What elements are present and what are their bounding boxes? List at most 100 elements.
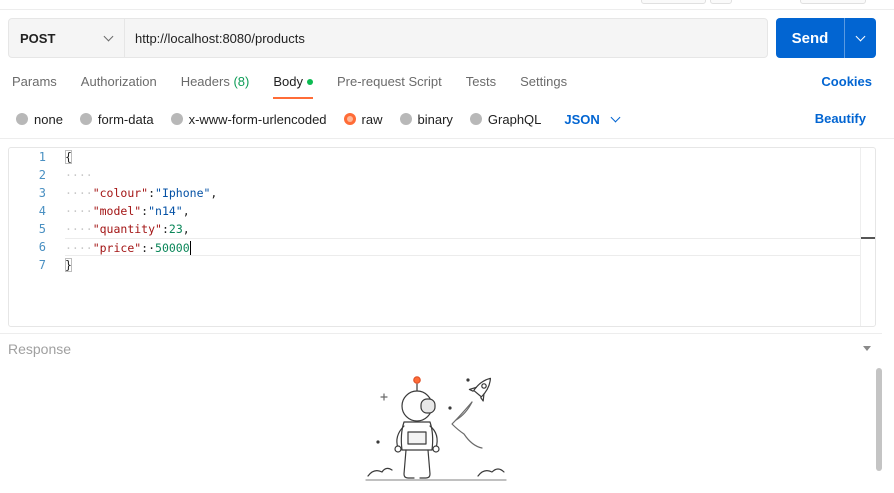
code-line: } [65, 256, 861, 274]
code-line-current: ····"price":·50000 [65, 238, 861, 256]
radio-x-www-form-urlencoded[interactable]: x-www-form-urlencoded [170, 111, 327, 127]
cookies-link[interactable]: Cookies [821, 74, 872, 89]
divider [0, 333, 882, 334]
close-brace: } [65, 258, 72, 272]
radio-form-data[interactable]: form-data [79, 111, 154, 127]
radio-circle-icon [343, 113, 356, 125]
tab-label: Tests [465, 74, 497, 89]
send-button-group: Send [776, 18, 876, 58]
radio-raw[interactable]: raw [343, 111, 383, 127]
json-comma: , [210, 186, 218, 200]
request-tabs: Params Authorization Headers (8) Body Pr… [12, 74, 591, 99]
toolbar-button-partial[interactable] [800, 0, 866, 4]
request-url-bar: POST [8, 18, 768, 58]
line-number: 7 [38, 258, 46, 272]
line-number: 1 [38, 150, 46, 164]
json-value: 50000 [155, 241, 190, 255]
toolbar-button-partial[interactable] [641, 0, 706, 4]
json-key: "colour" [92, 186, 149, 200]
chevron-down-icon [610, 112, 621, 122]
json-colon: :· [141, 241, 156, 255]
line-number: 4 [38, 204, 46, 218]
tab-label: Body [273, 74, 303, 89]
radio-label: binary [417, 111, 453, 127]
code-line: ····"colour":"Iphone", [65, 184, 861, 202]
radio-graphql[interactable]: GraphQL [469, 111, 542, 127]
radio-label: raw [361, 111, 383, 127]
indent-whitespace: ···· [65, 186, 93, 200]
code-line: { [65, 148, 861, 166]
radio-circle-icon [79, 113, 92, 125]
indent-whitespace: ···· [65, 222, 93, 236]
tab-label: Authorization [80, 74, 157, 89]
radio-circle-icon [170, 113, 183, 125]
tab-label: Pre-request Script [336, 74, 442, 89]
tab-params[interactable]: Params [12, 74, 57, 98]
radio-label: form-data [97, 111, 154, 127]
json-comma: , [182, 222, 190, 236]
chevron-down-icon [855, 31, 866, 41]
line-number: 5 [38, 222, 46, 236]
tab-label: Settings [520, 74, 568, 89]
tab-pre-request-script[interactable]: Pre-request Script [337, 74, 442, 98]
json-value: "n14" [148, 204, 183, 218]
tab-authorization[interactable]: Authorization [81, 74, 157, 98]
body-indicator-dot [306, 78, 313, 85]
radio-circle-icon [399, 113, 412, 125]
beautify-button[interactable]: Beautify [815, 111, 866, 126]
tab-label: Params [12, 74, 57, 89]
toolbar-button-partial[interactable] [710, 0, 732, 4]
json-key: "quantity" [92, 222, 162, 236]
radio-none[interactable]: none [16, 112, 63, 127]
radio-label: GraphQL [487, 111, 542, 127]
indent-whitespace: ···· [65, 241, 93, 255]
body-code-editor[interactable]: 1 2 3 4 5 6 7 { ···· ····"colour":"Iphon… [8, 147, 876, 327]
radio-circle-icon [16, 113, 28, 125]
tab-label: Headers [180, 74, 230, 89]
tab-body[interactable]: Body [273, 74, 313, 99]
code-line: ····"quantity":23, [65, 220, 861, 238]
collapse-caret-icon[interactable] [863, 346, 871, 351]
scrollbar-thumb[interactable] [876, 368, 882, 471]
json-value: "Iphone" [155, 186, 211, 200]
divider [0, 138, 894, 139]
tab-tests[interactable]: Tests [466, 74, 496, 98]
json-key: "model" [92, 204, 142, 218]
headers-count-badge: (8) [233, 74, 250, 89]
indent-whitespace: ···· [65, 204, 93, 218]
radio-label: none [34, 111, 63, 127]
open-brace: { [65, 150, 72, 164]
language-label: JSON [564, 111, 600, 127]
json-colon: : [161, 222, 169, 236]
json-key: "price" [92, 241, 142, 255]
json-colon: : [148, 186, 156, 200]
body-type-selector: none form-data x-www-form-urlencoded raw… [16, 110, 621, 128]
code-line: ···· [65, 166, 861, 184]
chevron-down-icon [103, 31, 114, 41]
method-label: POST [20, 30, 56, 46]
line-number-gutter: 1 2 3 4 5 6 7 [9, 148, 55, 326]
radio-label: x-www-form-urlencoded [188, 111, 327, 127]
line-number: 2 [38, 168, 46, 182]
tab-headers[interactable]: Headers (8) [181, 74, 250, 98]
line-number: 3 [38, 186, 46, 200]
send-button[interactable]: Send [776, 18, 844, 58]
tab-settings[interactable]: Settings [520, 74, 567, 98]
top-toolbar-edge [0, 0, 894, 10]
code-area[interactable]: { ···· ····"colour":"Iphone", ····"model… [65, 148, 861, 326]
json-value: 23 [168, 222, 183, 236]
indent-whitespace: ···· [65, 168, 93, 182]
text-cursor [189, 240, 191, 255]
url-input[interactable] [125, 19, 767, 57]
astronaut-rocket-illustration [365, 376, 507, 481]
line-number: 6 [38, 240, 46, 254]
overview-ruler-cursor-mark [861, 237, 875, 239]
response-title: Response [8, 341, 72, 357]
method-selector[interactable]: POST [9, 19, 125, 57]
send-options-button[interactable] [844, 18, 876, 58]
code-line: ····"model":"n14", [65, 202, 861, 220]
language-dropdown[interactable]: JSON [564, 111, 621, 127]
radio-binary[interactable]: binary [399, 111, 453, 127]
json-comma: , [182, 204, 190, 218]
radio-circle-icon [469, 113, 482, 125]
